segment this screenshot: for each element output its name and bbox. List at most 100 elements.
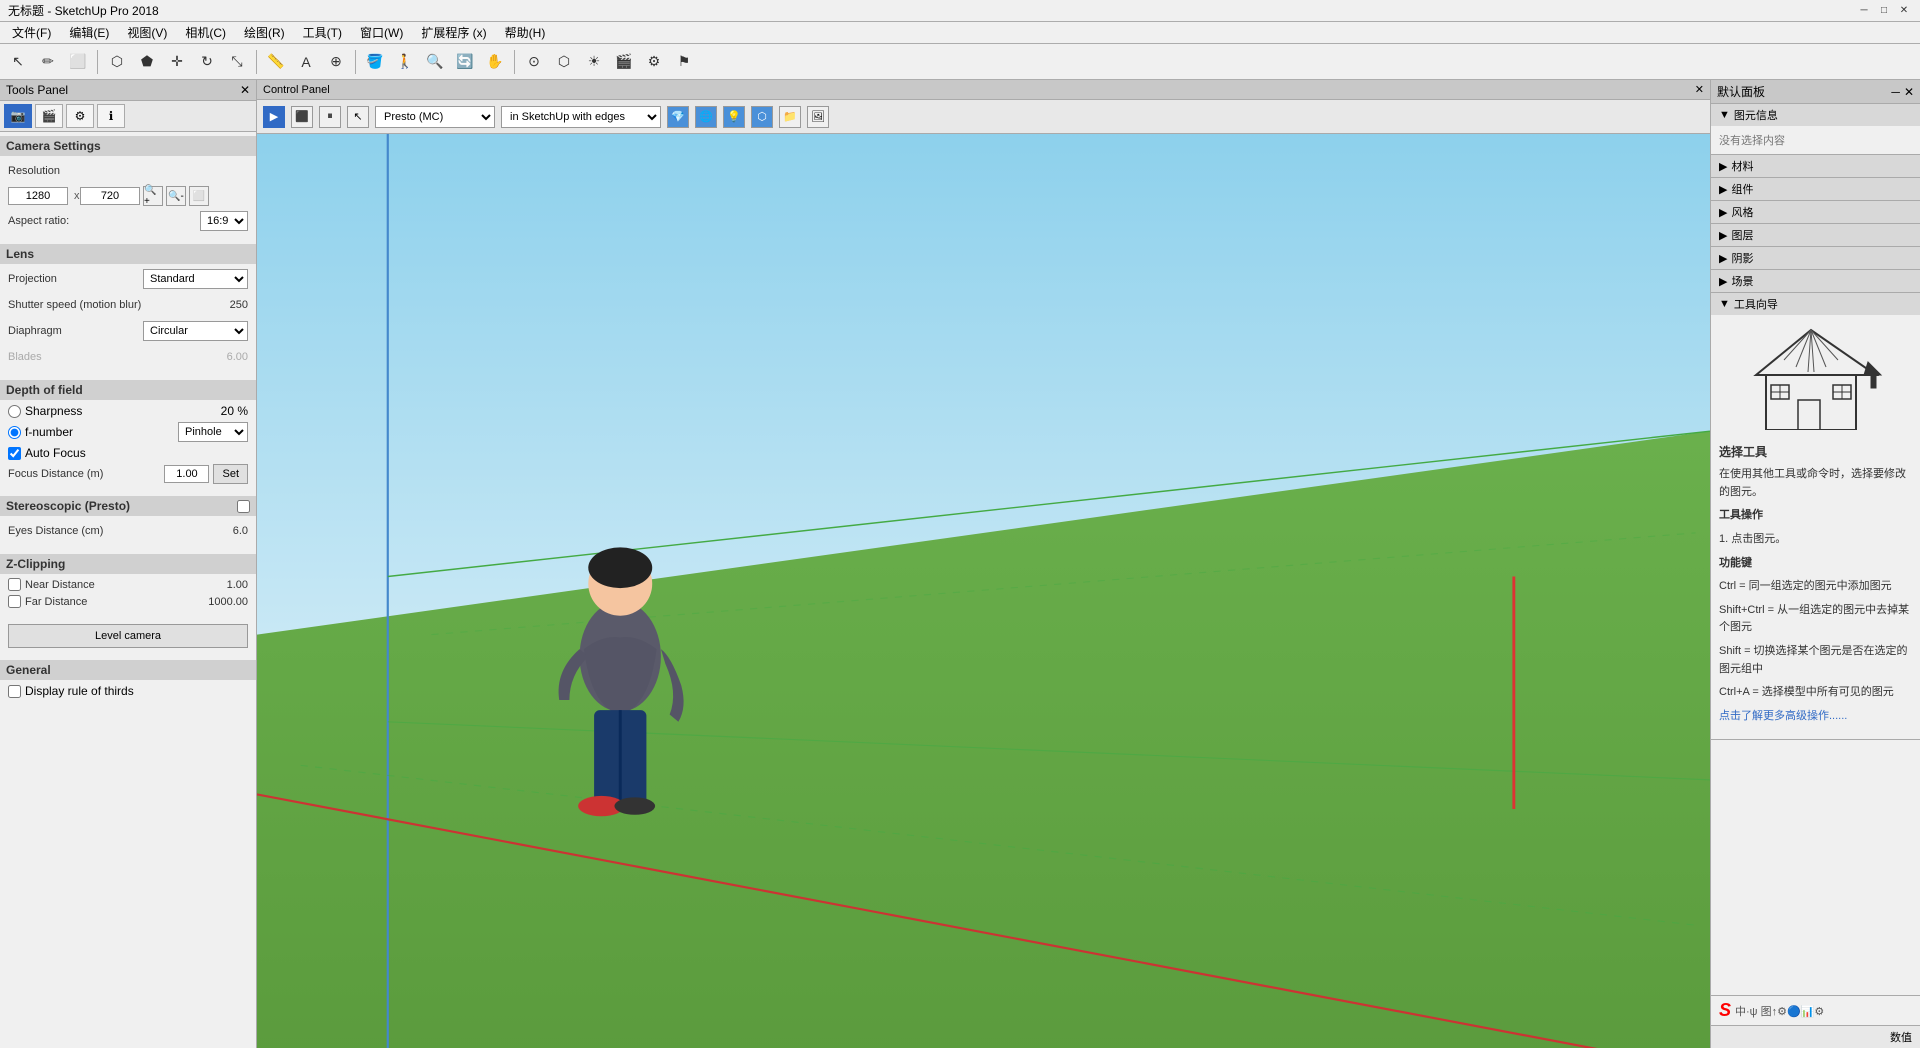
rule-of-thirds-checkbox[interactable] xyxy=(8,685,21,698)
paint-btn[interactable]: 🪣 xyxy=(361,48,389,76)
resolution-height-input[interactable] xyxy=(80,187,140,205)
focus-distance-input[interactable] xyxy=(164,465,209,483)
render-play-btn[interactable]: ▶ xyxy=(263,106,285,128)
tool-guide-header[interactable]: ▼ 工具向导 xyxy=(1711,293,1920,315)
render-engine-select[interactable]: Presto (MC) Presto CPU xyxy=(375,106,495,128)
offset-btn[interactable]: ⬟ xyxy=(133,48,161,76)
zclip-section: Near Distance 1.00 Far Distance 1000.00 xyxy=(0,574,256,616)
render-stop-btn[interactable]: ⬛ xyxy=(291,106,313,128)
menu-extensions[interactable]: 扩展程序 (x) xyxy=(413,22,494,43)
extension2-btn[interactable]: ⚑ xyxy=(670,48,698,76)
menu-view[interactable]: 视图(V) xyxy=(119,22,175,43)
auto-focus-checkbox[interactable] xyxy=(8,447,21,460)
right-panel-title: 默认面板 xyxy=(1717,83,1765,100)
sharpness-radio[interactable] xyxy=(8,405,21,418)
main-layout: Tools Panel ✕ 📷 🎬 ⚙ ℹ Camera Settings Re… xyxy=(0,80,1920,1048)
orbit-btn[interactable]: 🔄 xyxy=(451,48,479,76)
more-link[interactable]: 点击了解更多高级操作...... xyxy=(1719,708,1912,726)
render-mode-select[interactable]: in SketchUp with edges in SketchUp V-Ray… xyxy=(501,106,661,128)
level-camera-button[interactable]: Level camera xyxy=(8,624,248,648)
no-selection-text: 没有选择内容 xyxy=(1711,126,1920,154)
maximize-button[interactable]: □ xyxy=(1876,3,1892,19)
rule-of-thirds-label: Display rule of thirds xyxy=(25,684,134,698)
axes-btn[interactable]: ⊕ xyxy=(322,48,350,76)
materials-btn[interactable]: ⬡ xyxy=(751,106,773,128)
control-panel-close[interactable]: ✕ xyxy=(1695,83,1704,96)
render-settings-btn[interactable]: 🌐 xyxy=(695,106,717,128)
entity-info-section: ▼ 图元信息 没有选择内容 xyxy=(1711,104,1920,155)
eyes-distance-value: 6.0 xyxy=(233,525,248,537)
zoom-in-icon[interactable]: 🔍+ xyxy=(143,186,163,206)
tab-render[interactable]: 🎬 xyxy=(35,104,63,128)
menu-edit[interactable]: 编辑(E) xyxy=(61,22,117,43)
shadows-header[interactable]: ▶ 阴影 xyxy=(1711,247,1920,269)
menu-window[interactable]: 窗口(W) xyxy=(352,22,411,43)
expand-icon-scenes: ▶ xyxy=(1719,275,1727,288)
lights-btn[interactable]: 💡 xyxy=(723,106,745,128)
aspect-icon[interactable]: ⬜ xyxy=(189,186,209,206)
styles-header[interactable]: ▶ 风格 xyxy=(1711,201,1920,223)
right-panel-minimize[interactable]: ─ xyxy=(1891,85,1900,99)
toolbar-sep-3 xyxy=(355,50,356,74)
projection-select[interactable]: Standard Fisheye Spherical xyxy=(143,269,248,289)
pan-btn[interactable]: ✋ xyxy=(481,48,509,76)
entity-info-label: 图元信息 xyxy=(1734,107,1778,123)
aspect-ratio-row: Aspect ratio: 16:9 4:3 1:1 xyxy=(8,210,248,232)
layers-btn[interactable]: ⬡ xyxy=(550,48,578,76)
extension1-btn[interactable]: ⚙ xyxy=(640,48,668,76)
zoom-out-icon[interactable]: 🔍- xyxy=(166,186,186,206)
styles-section: ▶ 风格 xyxy=(1711,201,1920,224)
save-render-btn[interactable]: 🖼 xyxy=(807,106,829,128)
tools-panel-close[interactable]: ✕ xyxy=(240,83,250,97)
zoom-btn[interactable]: 🔍 xyxy=(421,48,449,76)
rotate-btn[interactable]: ↻ xyxy=(193,48,221,76)
components-header[interactable]: ▶ 组件 xyxy=(1711,178,1920,200)
pencil-tool-btn[interactable]: ✏ xyxy=(34,48,62,76)
toolbar-sep-4 xyxy=(514,50,515,74)
tape-tool-btn[interactable]: 📏 xyxy=(262,48,290,76)
fnumber-radio[interactable] xyxy=(8,426,21,439)
diaphragm-select[interactable]: Circular Hexagonal xyxy=(143,321,248,341)
component-btn[interactable]: ⊙ xyxy=(520,48,548,76)
layers-header[interactable]: ▶ 图层 xyxy=(1711,224,1920,246)
tab-info[interactable]: ℹ xyxy=(97,104,125,128)
tab-settings[interactable]: ⚙ xyxy=(66,104,94,128)
far-distance-checkbox[interactable] xyxy=(8,595,21,608)
render-pause-btn[interactable]: ⏸ xyxy=(319,106,341,128)
materials-header[interactable]: ▶ 材料 xyxy=(1711,155,1920,177)
right-panel-close[interactable]: ✕ xyxy=(1904,85,1914,99)
window-title: 无标题 - SketchUp Pro 2018 xyxy=(8,2,159,19)
menu-file[interactable]: 文件(F) xyxy=(4,22,59,43)
move-btn[interactable]: ✛ xyxy=(163,48,191,76)
viewport-canvas[interactable] xyxy=(257,134,1710,1048)
obj-settings-btn[interactable]: 💎 xyxy=(667,106,689,128)
menu-camera[interactable]: 相机(C) xyxy=(177,22,234,43)
eraser-tool-btn[interactable]: ⬜ xyxy=(64,48,92,76)
menu-draw[interactable]: 绘图(R) xyxy=(236,22,293,43)
push-pull-btn[interactable]: ⬡ xyxy=(103,48,131,76)
menu-help[interactable]: 帮助(H) xyxy=(497,22,554,43)
minimize-button[interactable]: ─ xyxy=(1856,3,1872,19)
shortcuts-title: 功能键 xyxy=(1719,555,1912,573)
walk-btn[interactable]: 🚶 xyxy=(391,48,419,76)
text-tool-btn[interactable]: A xyxy=(292,48,320,76)
select-tool-btn[interactable]: ↖ xyxy=(4,48,32,76)
scenes-header[interactable]: ▶ 场景 xyxy=(1711,270,1920,292)
entity-info-header[interactable]: ▼ 图元信息 xyxy=(1711,104,1920,126)
shadow-btn[interactable]: ☀ xyxy=(580,48,608,76)
menu-tools[interactable]: 工具(T) xyxy=(295,22,350,43)
set-focus-button[interactable]: Set xyxy=(213,464,248,484)
scene-btn[interactable]: 🎬 xyxy=(610,48,638,76)
aspect-ratio-select[interactable]: 16:9 4:3 1:1 xyxy=(200,211,248,231)
stereo-checkbox[interactable] xyxy=(237,500,250,513)
tool-ops-1: 1. 点击图元。 xyxy=(1719,531,1912,549)
close-button[interactable]: ✕ xyxy=(1896,3,1912,19)
fnumber-select[interactable]: Pinhole f/1.4 f/2.8 xyxy=(178,422,248,442)
expand-icon-layers: ▶ xyxy=(1719,229,1727,242)
tab-camera[interactable]: 📷 xyxy=(4,104,32,128)
scale-btn[interactable]: ⤡ xyxy=(223,48,251,76)
open-file-btn[interactable]: 📁 xyxy=(779,106,801,128)
near-distance-checkbox[interactable] xyxy=(8,578,21,591)
resolution-width-input[interactable] xyxy=(8,187,68,205)
render-cursor-btn[interactable]: ↖ xyxy=(347,106,369,128)
